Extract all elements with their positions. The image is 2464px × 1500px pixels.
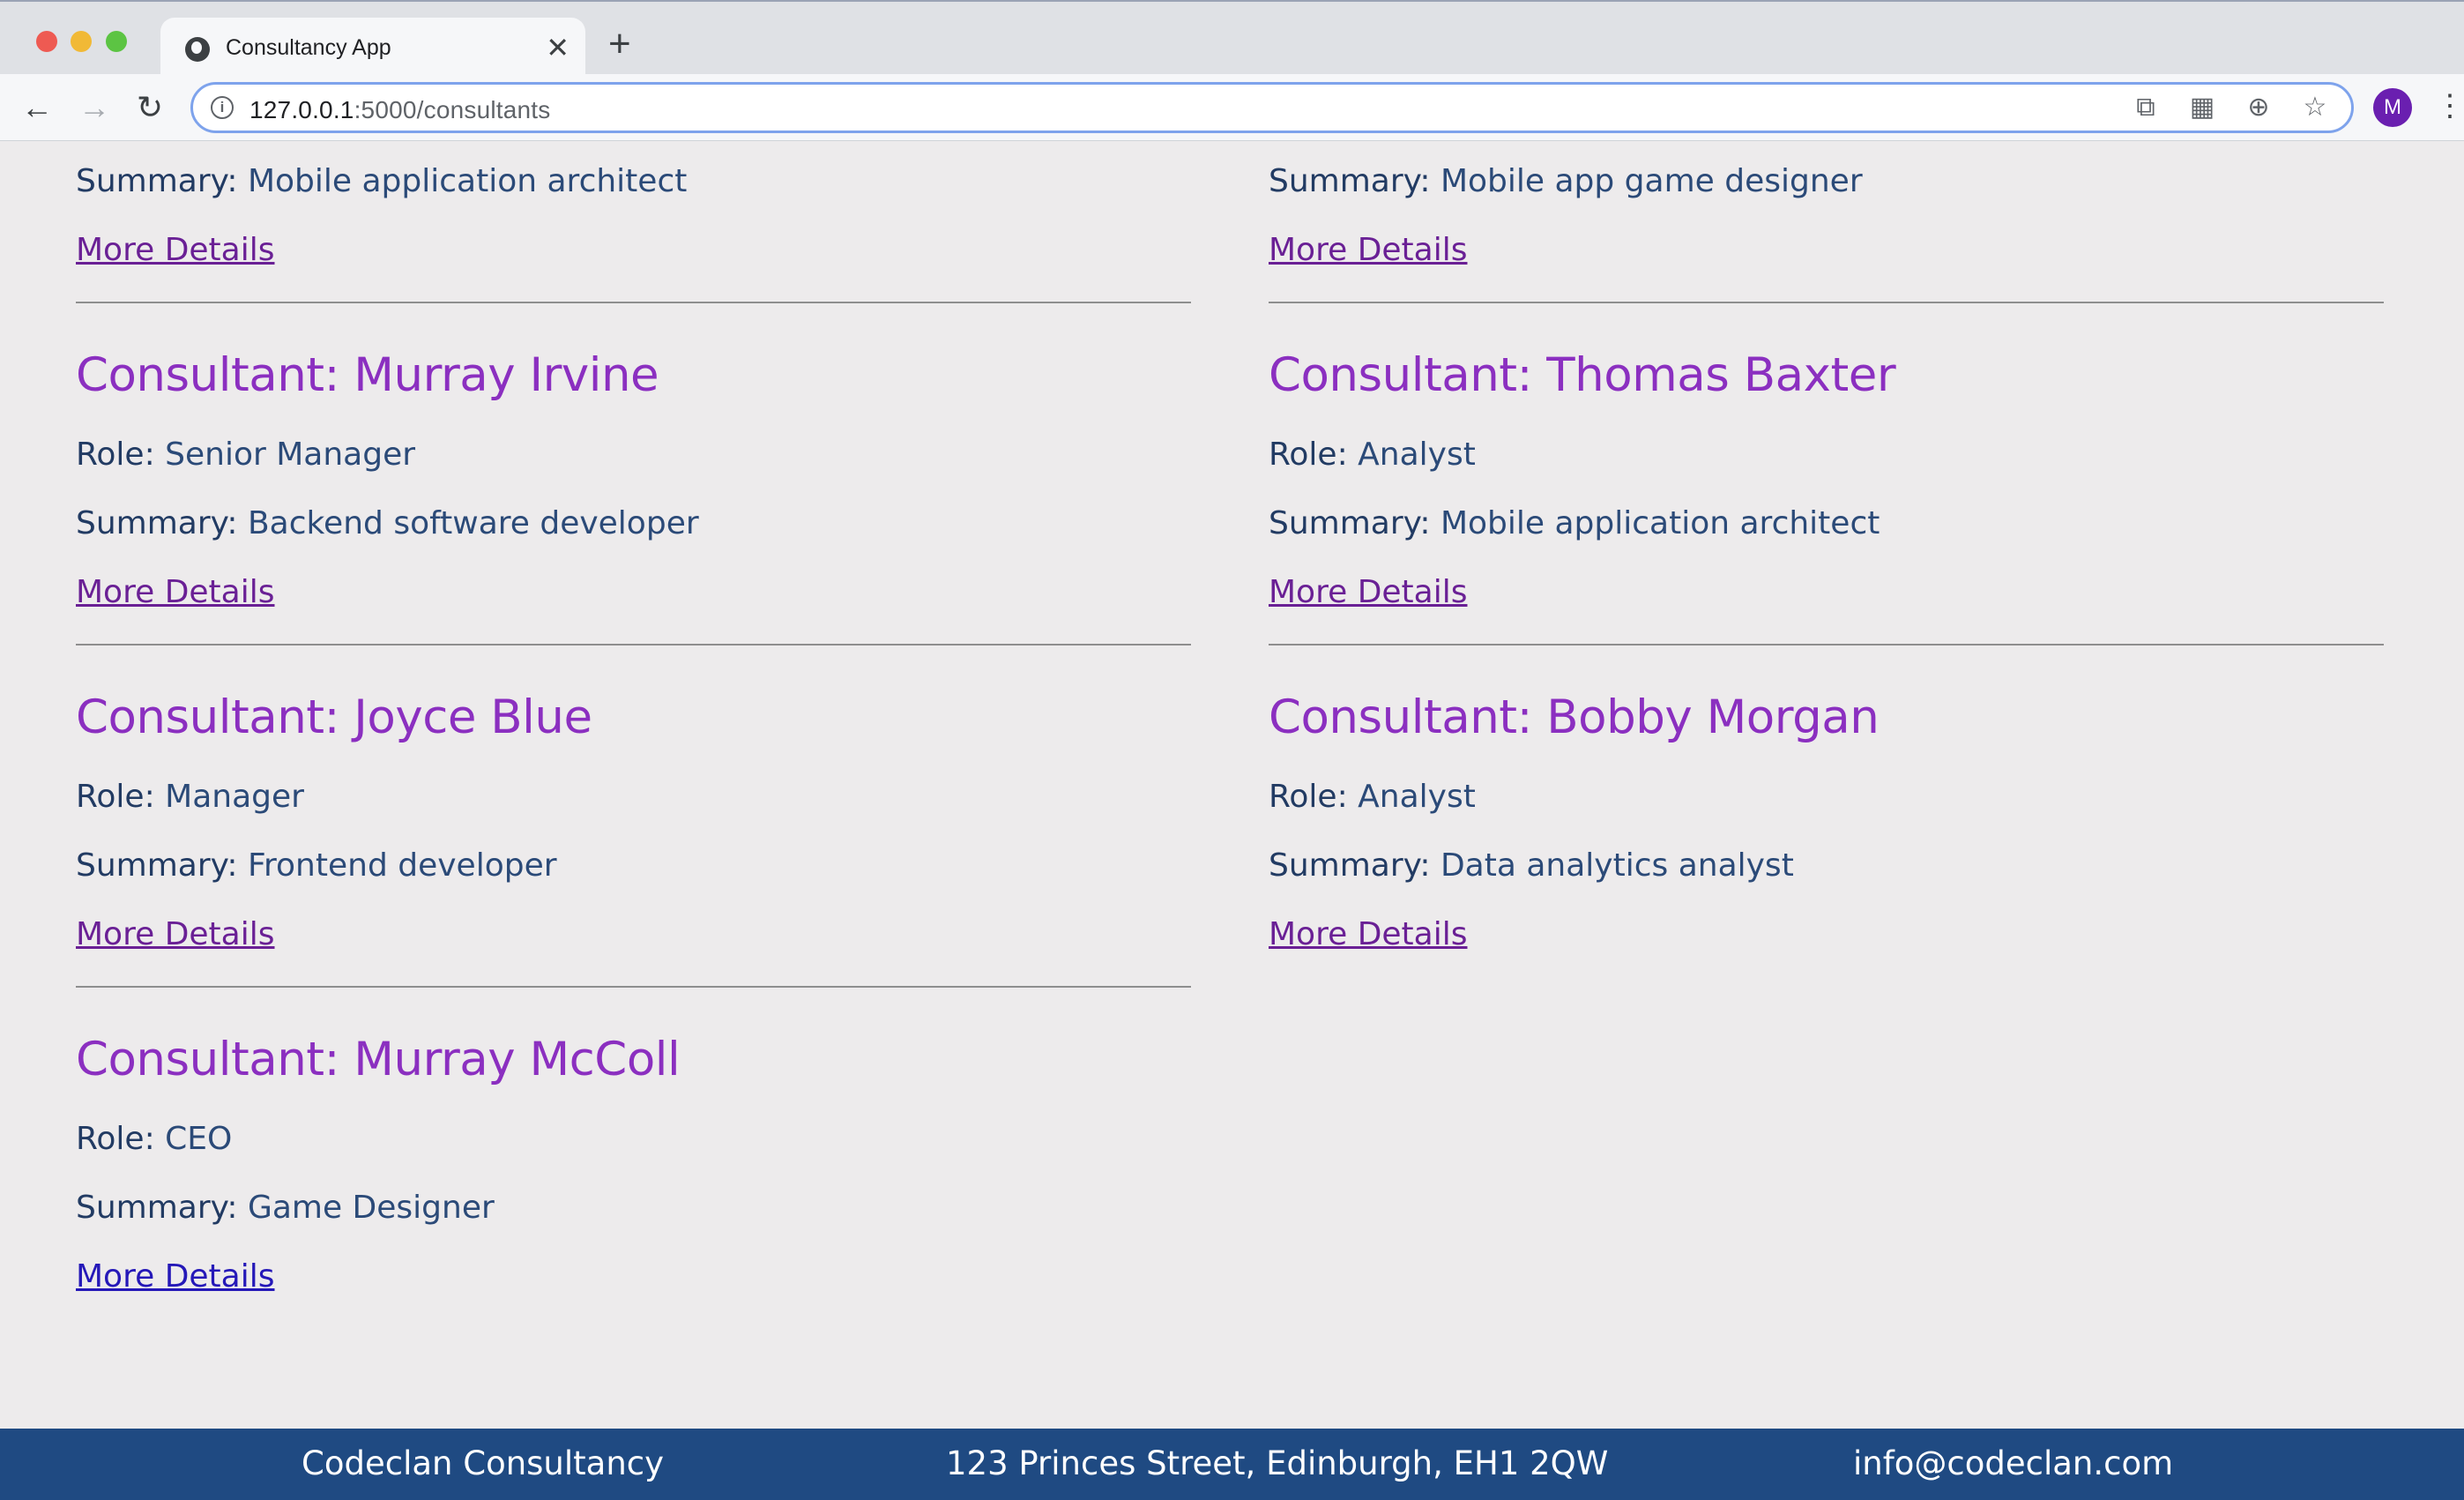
consultants-column-right: Summary: Mobile app game designer More D… bbox=[1269, 141, 2384, 956]
zoom-icon[interactable]: ⊕ bbox=[2244, 93, 2274, 123]
site-footer: Codeclan Consultancy 123 Princes Street,… bbox=[0, 1429, 2464, 1500]
consultant-name: Consultant: Thomas Baxter bbox=[1269, 348, 1896, 402]
role-line: Role: Analyst bbox=[1269, 779, 1476, 815]
back-arrow-icon[interactable]: ← bbox=[18, 88, 56, 127]
summary-line: Summary: Mobile application architect bbox=[76, 163, 688, 199]
role-line: Role: CEO bbox=[76, 1121, 233, 1157]
role-line: Role: Analyst bbox=[1269, 437, 1476, 473]
browser-tab-bar: Consultancy App ✕ + bbox=[0, 0, 2464, 78]
consultant-card: Consultant: Bobby Morgan Role: Analyst S… bbox=[1269, 646, 2384, 956]
forward-arrow-icon[interactable]: → bbox=[75, 88, 114, 127]
more-details-link[interactable]: More Details bbox=[1269, 914, 1468, 956]
address-bar-actions: ⧉ ▦ ⊕ ☆ bbox=[2131, 93, 2330, 123]
url-host: 127.0.0.1 bbox=[249, 96, 354, 123]
more-details-link[interactable]: More Details bbox=[1269, 229, 1468, 272]
footer-email: info@codeclan.com bbox=[1853, 1444, 2174, 1482]
consultants-column-left: Summary: Mobile application architect Mo… bbox=[76, 141, 1191, 1298]
consultants-page: Summary: Mobile application architect Mo… bbox=[0, 141, 2464, 1429]
new-tab-button[interactable]: + bbox=[608, 25, 631, 63]
url-path: :5000/consultants bbox=[354, 96, 551, 123]
browser-menu-icon[interactable]: ⋮ bbox=[2435, 86, 2464, 125]
consultant-card: Consultant: Thomas Baxter Role: Analyst … bbox=[1269, 303, 2384, 646]
address-bar[interactable]: i 127.0.0.1:5000/consultants ⧉ ▦ ⊕ ☆ bbox=[190, 82, 2354, 133]
window-minimize-button[interactable] bbox=[71, 31, 92, 52]
url-text[interactable]: 127.0.0.1:5000/consultants bbox=[249, 96, 550, 124]
cast-icon[interactable]: ⧉ bbox=[2131, 93, 2161, 123]
reload-icon[interactable]: ↻ bbox=[130, 88, 169, 127]
tab-title: Consultancy App bbox=[226, 35, 391, 60]
summary-line: Summary: Mobile application architect bbox=[1269, 505, 1880, 541]
profile-avatar[interactable]: M bbox=[2373, 88, 2412, 127]
consultant-card: Consultant: Murray Irvine Role: Senior M… bbox=[76, 303, 1191, 646]
window-maximize-button[interactable] bbox=[106, 31, 127, 52]
role-line: Role: Manager bbox=[76, 779, 304, 815]
info-icon[interactable]: i bbox=[211, 96, 234, 119]
footer-company: Codeclan Consultancy bbox=[301, 1444, 665, 1482]
more-details-link[interactable]: More Details bbox=[76, 914, 275, 956]
consultant-name: Consultant: Murray Irvine bbox=[76, 348, 659, 402]
consultant-card: Consultant: Murray McColl Role: CEO Summ… bbox=[76, 988, 1191, 1298]
browser-toolbar: ← → ↻ i 127.0.0.1:5000/consultants ⧉ ▦ ⊕… bbox=[0, 74, 2464, 141]
role-line: Role: Senior Manager bbox=[76, 437, 416, 473]
more-details-link[interactable]: More Details bbox=[76, 571, 275, 614]
more-details-link[interactable]: More Details bbox=[76, 229, 275, 272]
consultant-name: Consultant: Bobby Morgan bbox=[1269, 690, 1880, 744]
footer-address: 123 Princes Street, Edinburgh, EH1 2QW bbox=[946, 1444, 1609, 1482]
consultant-card-partial: Summary: Mobile application architect Mo… bbox=[76, 141, 1191, 303]
summary-line: Summary: Game Designer bbox=[76, 1190, 495, 1226]
summary-line: Summary: Mobile app game designer bbox=[1269, 163, 1863, 199]
consultant-card-partial: Summary: Mobile app game designer More D… bbox=[1269, 141, 2384, 303]
browser-tab[interactable]: Consultancy App ✕ bbox=[160, 18, 585, 78]
consultant-name: Consultant: Joyce Blue bbox=[76, 690, 592, 744]
consultant-name: Consultant: Murray McColl bbox=[76, 1033, 681, 1086]
more-details-link[interactable]: More Details bbox=[1269, 571, 1468, 614]
bookmark-star-icon[interactable]: ☆ bbox=[2300, 93, 2330, 123]
more-details-link[interactable]: More Details bbox=[76, 1256, 275, 1298]
window-close-button[interactable] bbox=[36, 31, 57, 52]
globe-icon bbox=[185, 37, 210, 62]
qr-code-icon[interactable]: ▦ bbox=[2187, 93, 2217, 123]
summary-line: Summary: Frontend developer bbox=[76, 847, 557, 884]
tab-close-icon[interactable]: ✕ bbox=[546, 30, 569, 65]
consultant-card: Consultant: Joyce Blue Role: Manager Sum… bbox=[76, 646, 1191, 988]
summary-line: Summary: Backend software developer bbox=[76, 505, 699, 541]
summary-line: Summary: Data analytics analyst bbox=[1269, 847, 1794, 884]
